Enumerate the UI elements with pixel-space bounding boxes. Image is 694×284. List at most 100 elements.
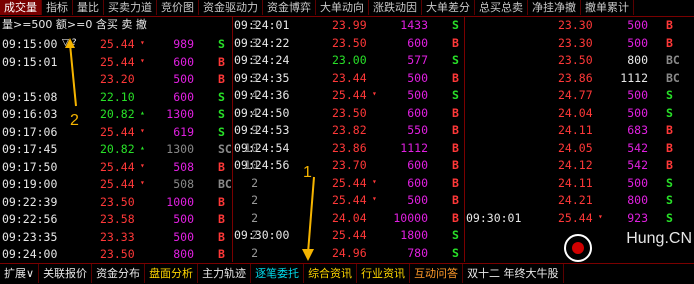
bottom-tab[interactable]: 互动问答 [410, 264, 464, 283]
price-tick-icon: ▾ [372, 176, 377, 186]
trade-side: B [452, 35, 459, 50]
trade-row: 09:24:35 23.44 500 B 3 [234, 70, 464, 86]
trade-time: 09:15:01 [2, 54, 58, 69]
divider-mid [464, 17, 465, 262]
trade-row: 24.04 10000 B 2 [234, 210, 464, 226]
bottom-tab[interactable]: 逐笔委托 [251, 264, 305, 283]
trade-price: 25.44 [100, 37, 135, 51]
price-tick-icon: ▾ [140, 125, 145, 135]
trade-row: 09:22:39 23.50 1000 B [0, 194, 232, 210]
trade-price: 23.20 [100, 72, 135, 86]
trade-price: 23.82 [332, 123, 367, 137]
trade-count: 4 [251, 105, 258, 120]
divider-left [232, 17, 233, 262]
trade-row: 09:24:22 23.50 600 B 3 [234, 35, 464, 51]
bottom-tab[interactable]: 扩展∨ [0, 264, 40, 283]
price-tick-icon: ▾ [140, 160, 145, 170]
trade-volume: 1433 [400, 18, 428, 32]
trade-price: 23.30 [558, 18, 593, 32]
trade-volume: 500 [407, 88, 428, 102]
trade-time: 09:17:45 [2, 142, 58, 156]
top-tab[interactable]: 总买总卖 [475, 0, 528, 15]
trade-row: 09:24:00 23.50 800 B [0, 246, 232, 262]
trade-time: 09:23:35 [2, 229, 58, 244]
trade-volume: 500 [407, 193, 428, 207]
trade-row: 23.50 800 BC [466, 52, 692, 68]
bottom-tab[interactable]: 主力轨迹 [198, 264, 252, 283]
trade-count: 2 [251, 210, 258, 225]
trade-side: B [452, 158, 459, 172]
trade-price: 25.44 [100, 124, 135, 139]
trade-row: 24.11 500 S [466, 175, 692, 191]
trade-side: BC [666, 53, 680, 67]
bottom-tab[interactable]: 盘面分析 [145, 264, 199, 283]
trade-row: 24.05 542 B [466, 140, 692, 156]
trade-volume: 923 [627, 210, 648, 225]
trade-row: 09:17:45 20.82 ▴ 1300 SC [0, 141, 232, 157]
trade-count: 10 [244, 158, 258, 172]
trade-time: 09:17:06 [2, 124, 58, 139]
top-tab[interactable]: 买卖力道 [104, 0, 157, 15]
trade-row: 09:15:01 25.44 ▾ 600 B [0, 54, 232, 70]
trade-side: B [218, 229, 225, 244]
bottom-tab[interactable]: 关联报价 [39, 264, 93, 283]
trade-side: B [666, 18, 673, 32]
trade-price: 24.77 [558, 88, 593, 102]
price-tick-icon: ▾ [598, 211, 603, 221]
trade-side: S [666, 193, 673, 207]
top-tab[interactable]: 竞价图 [157, 0, 199, 15]
trade-side: SC [218, 142, 232, 156]
bottom-tab[interactable]: 双十二 年终大牛股 [463, 264, 564, 283]
trade-volume: 1112 [620, 70, 648, 85]
trade-row: 23.30 500 B [466, 35, 692, 51]
trade-side: S [452, 228, 459, 242]
top-tab[interactable]: 资金驱动力 [199, 0, 263, 15]
mid-trade-list: 09:24:01 23.99 1433 S 3 09:24:22 23.50 600 B 3 09:… [234, 17, 464, 262]
trade-volume: 542 [627, 140, 648, 155]
top-tab[interactable]: 指标 [42, 0, 73, 15]
trade-time: 09:22:56 [2, 212, 58, 226]
trade-volume: 800 [173, 247, 194, 261]
bottom-tab[interactable]: 资金分布 [92, 264, 146, 283]
top-tab[interactable]: 大单动向 [316, 0, 369, 15]
trade-row: 24.96 780 S 2 [234, 245, 464, 261]
trade-price: 23.30 [558, 35, 593, 50]
top-tab[interactable]: 资金博弈 [263, 0, 316, 15]
trade-volume: 800 [627, 53, 648, 67]
trade-side: B [218, 194, 225, 209]
trade-side: S [452, 53, 459, 67]
trade-side: B [666, 140, 673, 155]
trade-time: 09:24:00 [2, 247, 58, 261]
trade-volume: 500 [173, 229, 194, 244]
trade-price: 23.50 [100, 247, 135, 261]
trade-side: B [452, 193, 459, 207]
trade-volume: 542 [627, 158, 648, 172]
bottom-tab[interactable]: 综合资讯 [304, 264, 358, 283]
trade-side: B [452, 140, 459, 155]
trade-row: 09:24:54 23.86 1112 B 10 [234, 140, 464, 156]
top-tab[interactable]: 量比 [73, 0, 104, 15]
trade-price: 23.99 [332, 18, 367, 32]
trade-side: B [218, 247, 225, 261]
trade-price: 23.50 [100, 194, 135, 209]
trade-side: B [666, 158, 673, 172]
top-tab[interactable]: 成交量 [0, 0, 42, 15]
top-tab[interactable]: 撤单累计 [581, 0, 634, 15]
top-tab[interactable]: 大单差分 [422, 0, 475, 15]
trade-side: S [218, 107, 225, 121]
trade-side: S [666, 105, 673, 120]
trade-volume: 600 [407, 35, 428, 50]
trade-volume: 500 [173, 212, 194, 226]
trade-price: 25.44 [332, 228, 367, 242]
price-tick-icon: ▾ [372, 89, 377, 98]
trade-price: 22.10 [100, 89, 135, 104]
top-tab[interactable]: 净挂净撤 [528, 0, 581, 15]
trade-side: S [666, 88, 673, 102]
trade-price: 23.33 [100, 229, 135, 244]
bottom-tab[interactable]: 行业资讯 [357, 264, 411, 283]
price-tick-icon: ▾ [140, 55, 145, 65]
top-tab[interactable]: 涨跌动因 [369, 0, 422, 15]
trade-row: 09:17:06 25.44 ▾ 619 S [0, 124, 232, 140]
trade-volume: 577 [407, 53, 428, 67]
trade-side: B [666, 123, 673, 137]
